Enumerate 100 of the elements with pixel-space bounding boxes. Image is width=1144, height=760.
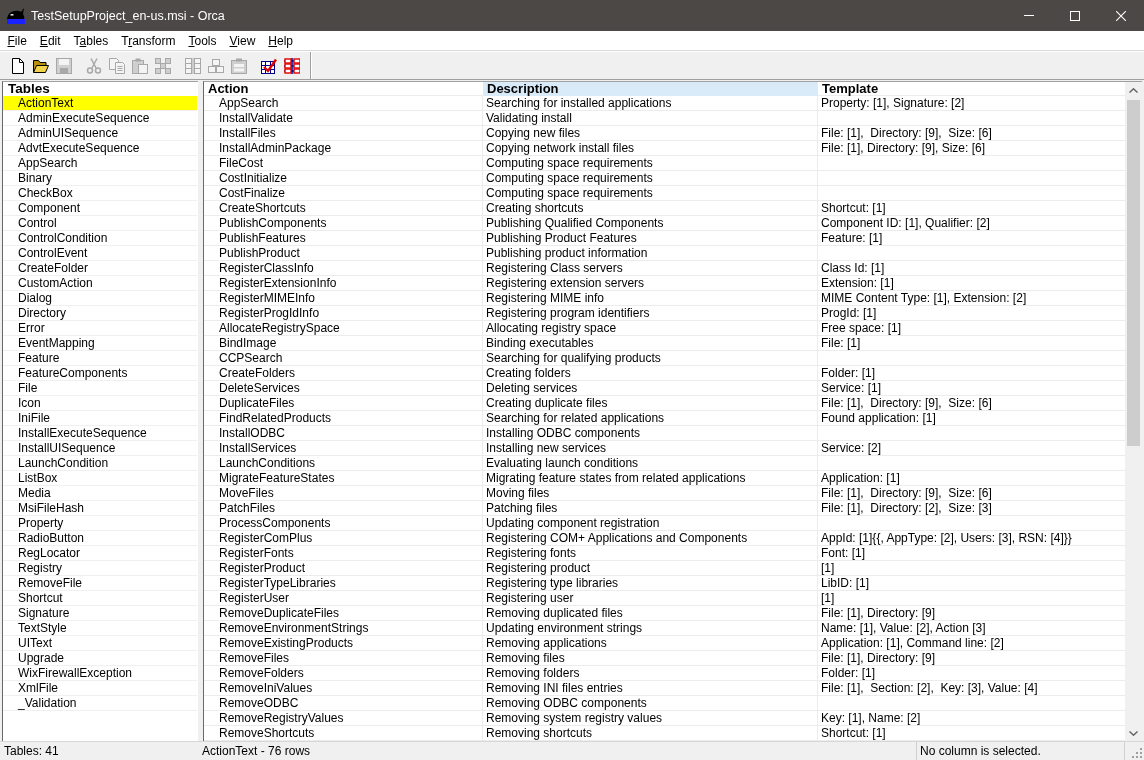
table-list-item[interactable]: Dialog [3, 291, 197, 306]
table-cell-text: Evaluating launch conditions [485, 456, 640, 471]
table-cell-text: Moving files [485, 486, 551, 501]
status-text: No column is selected. [916, 742, 1125, 760]
status-text: ActionText - 76 rows [201, 743, 312, 760]
table-list-item[interactable]: ListBox [3, 471, 197, 486]
table-list-item[interactable]: _Validation [3, 696, 197, 711]
minimize-icon [1024, 15, 1034, 16]
table-cell-text: Installing ODBC components [485, 426, 642, 441]
table-list-item[interactable]: UIText [3, 636, 197, 651]
table-list-item[interactable]: XmlFile [3, 681, 197, 696]
table-list-item[interactable]: ActionText [3, 96, 197, 111]
table-list-item[interactable]: RegLocator [3, 546, 197, 561]
table-cell-text: MIME Content Type: [1], Extension: [2] [820, 291, 1028, 306]
table-cell-text: RegisterProgIdInfo [218, 306, 321, 321]
table-list-item[interactable]: Upgrade [3, 651, 197, 666]
whale-icon [7, 7, 25, 24]
table-list-item[interactable]: InstallUISequence [3, 441, 197, 456]
table-list-item[interactable]: AdvtExecuteSequence [3, 141, 197, 156]
table-list-item[interactable]: Icon [3, 396, 197, 411]
table-list-item[interactable]: Signature [3, 606, 197, 621]
table-cell-text: Registering product [485, 561, 592, 576]
table-list-item[interactable]: TextStyle [3, 621, 197, 636]
table-cell-text: Publishing product information [485, 246, 649, 261]
column-header[interactable]: Action [204, 82, 483, 96]
table-list-item[interactable]: FeatureComponents [3, 366, 197, 381]
table-list-item[interactable]: CheckBox [3, 186, 197, 201]
table-cell-text: Removing files [485, 651, 566, 666]
table-cell-text: RegisterExtensionInfo [218, 276, 338, 291]
table-cell-text: File: [1], Directory: [9] [820, 606, 937, 621]
table-list-item[interactable]: WixFirewallException [3, 666, 197, 681]
table-cell-text: Validating install [485, 111, 573, 126]
table-list-item[interactable]: Component [3, 201, 197, 216]
scroll-thumb[interactable] [1127, 100, 1140, 446]
table-cell-text: InstallValidate [218, 111, 294, 126]
table-cell-text: Updating component registration [485, 516, 661, 531]
table-list-item[interactable]: CreateFolder [3, 261, 197, 276]
table-cell-text: RegisterTypeLibraries [218, 576, 337, 591]
table-list-item[interactable]: Shortcut [3, 591, 197, 606]
table-list-item[interactable]: ControlEvent [3, 246, 197, 261]
scrollbar[interactable] [1125, 82, 1142, 741]
table-cell-text: DuplicateFiles [218, 396, 296, 411]
table-cell-text: [1] [820, 561, 836, 576]
table-cell-text: Allocating registry space [485, 321, 618, 336]
status-text: Tables: 41 [3, 743, 60, 760]
table-list-item[interactable]: ControlCondition [3, 231, 197, 246]
table-list-item[interactable]: RadioButton [3, 531, 197, 546]
table-cell-text: Updating environment strings [485, 621, 644, 636]
menu-item[interactable]: Edit [33, 33, 68, 48]
table-list-item[interactable]: EventMapping [3, 336, 197, 351]
table-list-item[interactable]: IniFile [3, 411, 197, 426]
table-cell-text: Registering program identifiers [485, 306, 651, 321]
table-list-item[interactable]: Feature [3, 351, 197, 366]
table-list-item[interactable]: Control [3, 216, 197, 231]
table-cell-text: RemoveFiles [218, 651, 291, 666]
table-cell-text: Application: [1], Command line: [2] [820, 636, 1005, 651]
table-cell-text: Computing space requirements [485, 156, 654, 171]
table-cell-text: AllocateRegistrySpace [218, 321, 341, 336]
table-list-item[interactable]: Media [3, 486, 197, 501]
table-cell-text: Creating shortcuts [485, 201, 585, 216]
table-list-item[interactable]: Binary [3, 171, 197, 186]
table-list-item[interactable]: AdminUISequence [3, 126, 197, 141]
table-cell-text: Computing space requirements [485, 186, 654, 201]
table-list-item[interactable]: Registry [3, 561, 197, 576]
table-list-item[interactable]: Directory [3, 306, 197, 321]
table-cell-text: Removing ODBC components [485, 696, 648, 711]
table-list-item[interactable]: Property [3, 516, 197, 531]
column-header[interactable]: Template [818, 82, 1125, 96]
menu-item[interactable]: Help [261, 33, 300, 48]
table-cell-text: InstallFiles [218, 126, 277, 141]
table-list-item[interactable]: AppSearch [3, 156, 197, 171]
table-list-item[interactable]: AdminExecuteSequence [3, 111, 197, 126]
table-cell-text: Binding executables [485, 336, 595, 351]
table-cell-text: File: [1] [820, 336, 862, 351]
table-cell-text: Copying new files [485, 126, 582, 141]
table-list-item[interactable]: MsiFileHash [3, 501, 197, 516]
table-cell-text: Font: [1] [820, 546, 867, 561]
table-cell-text: File: [1], Directory: [9], Size: [6] [820, 396, 993, 411]
table-list-item[interactable]: Error [3, 321, 197, 336]
table-cell-text: Removing shortcuts [485, 726, 594, 741]
table-cell-text: RegisterUser [218, 591, 291, 606]
table-cell-text: File: [1], Directory: [9], Size: [6] [820, 486, 993, 501]
table-cell-text: Computing space requirements [485, 171, 654, 186]
table-list-item[interactable]: File [3, 381, 197, 396]
table-cell-text: RemoveRegistryValues [218, 711, 345, 726]
table-list-item[interactable]: InstallExecuteSequence [3, 426, 197, 441]
menu-item[interactable]: Transform [114, 33, 182, 48]
menu-item[interactable]: Tools [182, 33, 224, 48]
table-list-item[interactable]: CustomAction [3, 276, 197, 291]
table-list-item[interactable]: LaunchCondition [3, 456, 197, 471]
list-header: Tables [7, 82, 51, 96]
table-cell-text: Registering MIME info [485, 291, 606, 306]
table-cell-text: Shortcut: [1] [820, 201, 887, 216]
menu-item[interactable]: Tables [67, 33, 115, 48]
table-list-item[interactable]: RemoveFile [3, 576, 197, 591]
menu-item[interactable]: View [223, 33, 262, 48]
resize-grip-icon[interactable] [1131, 747, 1142, 758]
column-header[interactable]: Description [483, 82, 818, 96]
grid-check-icon [260, 57, 277, 74]
menu-item[interactable]: File [1, 33, 34, 48]
